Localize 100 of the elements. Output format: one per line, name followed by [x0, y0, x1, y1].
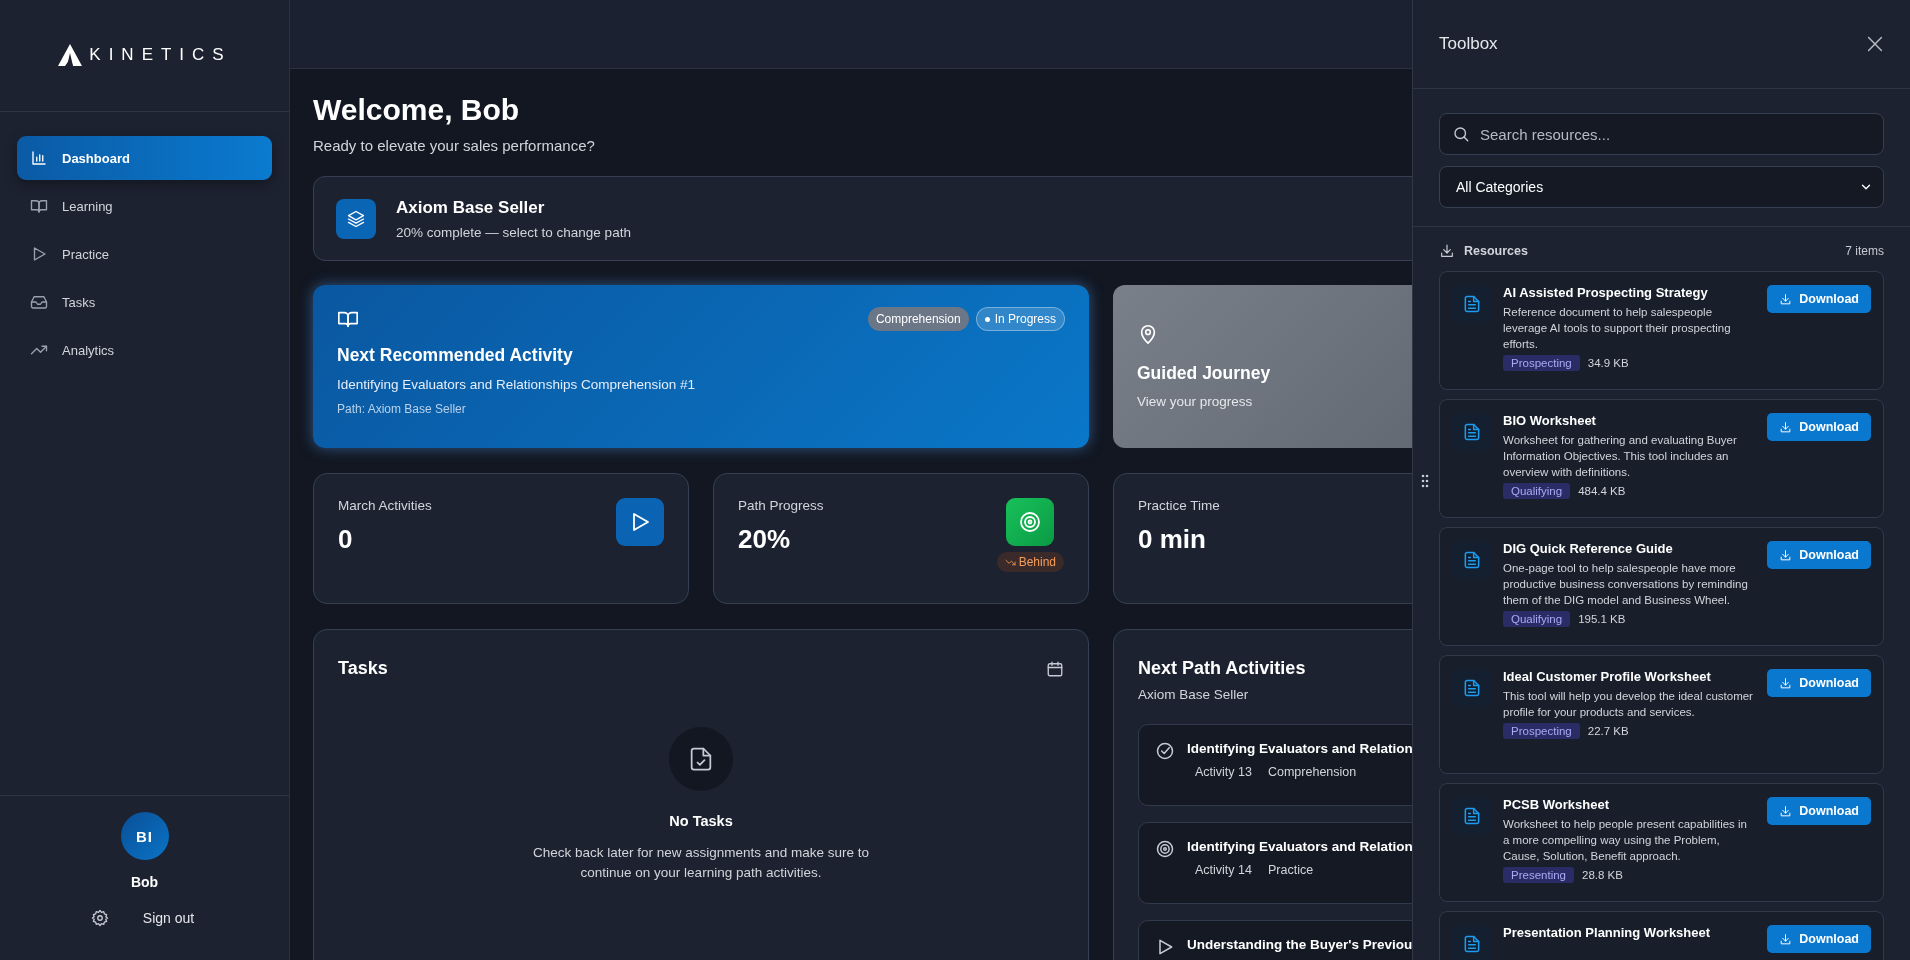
card-title: Guided Journey: [1137, 363, 1272, 384]
badge-label: Behind: [1018, 555, 1056, 569]
download-button[interactable]: Download: [1767, 413, 1871, 441]
document-icon: [1462, 422, 1482, 442]
download-icon: [1779, 676, 1793, 690]
target-icon: [1155, 839, 1175, 859]
search-icon: [1452, 125, 1470, 143]
status-badge: In Progress: [975, 307, 1065, 331]
path-title: Axiom Base Seller: [396, 197, 546, 218]
nav-item[interactable]: Practice: [17, 232, 272, 276]
resource-title: Presentation Planning Worksheet: [1503, 925, 1712, 940]
download-button[interactable]: Download: [1767, 285, 1871, 313]
resource-description: Worksheet to help people present capabilities in a more compelling way using the Problem, Cause, Solution, Benefit approach.: [1503, 817, 1748, 864]
check-circle-icon: [1155, 741, 1175, 761]
drag-handle-icon[interactable]: [1421, 474, 1429, 488]
inbox-icon: [30, 293, 48, 311]
nav-item[interactable]: Tasks: [17, 280, 272, 324]
path-selector-card[interactable]: Axiom Base Seller 20% complete — select to change path: [313, 176, 1412, 261]
path-progress-text: 20% complete — select to change path: [396, 224, 631, 240]
activity-title: Identifying Evaluators and Relation: [1187, 839, 1412, 854]
resource-description: Worksheet for gathering and evaluating Buyer Information Objectives. This tool includes an overview with definitions.: [1503, 433, 1738, 480]
document-icon: [1462, 806, 1482, 826]
stat-value: 20%: [738, 524, 792, 555]
download-icon: [1779, 548, 1793, 562]
activity-title: Understanding the Buyer's Previou: [1187, 937, 1412, 952]
target-icon: [1018, 510, 1043, 534]
file-size: 484.4 KB: [1578, 485, 1626, 497]
activity-number: Activity 14: [1195, 863, 1252, 877]
category-tag: Presenting: [1503, 867, 1574, 883]
panel-title: Next Path Activities: [1138, 658, 1307, 679]
book-icon: [30, 197, 48, 215]
settings-icon[interactable]: [90, 909, 109, 927]
activity-item[interactable]: Understanding the Buyer's Previou: [1138, 920, 1412, 960]
panel-subtitle: Axiom Base Seller: [1138, 687, 1250, 702]
guided-journey-card[interactable]: Guided Journey View your progress: [1113, 285, 1412, 448]
download-button[interactable]: Download: [1767, 669, 1871, 697]
category-tag: Prospecting: [1503, 723, 1580, 739]
sign-out-button[interactable]: Sign out: [138, 908, 199, 928]
layers-icon: [346, 208, 366, 229]
nav-item[interactable]: Analytics: [17, 328, 272, 372]
download-icon: [1779, 292, 1793, 306]
download-icon: [1779, 804, 1793, 818]
search-field[interactable]: Search resources...: [1439, 113, 1884, 155]
file-size: 195.1 KB: [1578, 613, 1626, 625]
file-size: 28.8 KB: [1582, 869, 1623, 881]
download-button[interactable]: Download: [1767, 797, 1871, 825]
stat-label: March Activities: [338, 498, 432, 513]
file-size: 22.7 KB: [1587, 725, 1629, 737]
stat-value: 0 min: [1138, 524, 1207, 555]
empty-title: No Tasks: [669, 813, 733, 829]
item-count: 7 items: [1845, 244, 1884, 258]
activity-type: Practice: [1267, 863, 1314, 877]
welcome-heading: Welcome, Bob: [313, 93, 521, 127]
activity-item[interactable]: Identifying Evaluators and Relation Activity 13 Comprehension: [1138, 724, 1412, 806]
category-tag: Qualifying: [1503, 483, 1571, 499]
resource-title: BIO Worksheet: [1503, 413, 1597, 428]
stat-value: 0: [338, 524, 354, 555]
activity-name: Identifying Evaluators and Relationships Comprehension #1: [337, 377, 696, 392]
download-icon: [1779, 932, 1793, 946]
download-icon: [1439, 243, 1455, 259]
stat-label: Path Progress: [738, 498, 824, 513]
welcome-subtitle: Ready to elevate your sales performance?: [313, 137, 596, 154]
user-name: Bob: [130, 874, 159, 890]
document-icon: [1462, 678, 1482, 698]
download-button[interactable]: Download: [1767, 925, 1871, 953]
activity-item[interactable]: Identifying Evaluators and Relation Activity 14 Practice: [1138, 822, 1412, 904]
empty-message: Check back later for new assignments and make sure to continue on your learning path activities.: [531, 844, 871, 882]
panel-title: Tasks: [338, 658, 388, 679]
activity-type: Comprehension: [1267, 765, 1357, 779]
file-size: 34.9 KB: [1587, 357, 1629, 369]
card-title: Next Recommended Activity: [337, 345, 574, 366]
recommended-activity-card[interactable]: Comprehension In Progress Next Recommended Activity Identifying Evaluators and Relationships Comprehension #1 Path: Axiom Base Seller: [313, 285, 1089, 448]
section-title: Resources: [1464, 244, 1528, 258]
activity-number: Activity 13: [1195, 765, 1252, 779]
category-dropdown[interactable]: All Categories: [1439, 166, 1884, 208]
download-button[interactable]: Download: [1767, 541, 1871, 569]
resource-description: This tool will help you develop the ideal customer profile for your products and services.: [1503, 689, 1754, 720]
document-icon: [1462, 550, 1482, 570]
logo-icon: [57, 43, 84, 66]
resource-title: PCSB Worksheet: [1503, 797, 1610, 812]
resource-title: Ideal Customer Profile Worksheet: [1503, 669, 1712, 684]
brand-name: KINETICS: [89, 44, 232, 65]
document-icon: [1462, 934, 1482, 954]
document-icon: [1462, 294, 1482, 314]
path-label: Path: Axiom Base Seller: [337, 402, 467, 416]
resource-description: One-page tool to help salespeople have more productive business conversations by reminding them of the DIG model and Business Wheel.: [1503, 561, 1749, 608]
bar-chart-icon: [30, 149, 48, 167]
category-badge: Comprehension: [867, 307, 969, 331]
nav-item[interactable]: Dashboard: [17, 136, 272, 180]
resource-title: DIG Quick Reference Guide: [1503, 541, 1674, 556]
category-tag: Qualifying: [1503, 611, 1571, 627]
stat-label: Practice Time: [1138, 498, 1220, 513]
calendar-icon[interactable]: [1046, 659, 1064, 678]
resource-title: AI Assisted Prospecting Strategy: [1503, 285, 1709, 300]
download-icon: [1779, 420, 1793, 434]
resource-description: Reference document to help salespeople leverage AI tools to support their prospecting efforts.: [1503, 305, 1732, 352]
nav-item[interactable]: Learning: [17, 184, 272, 228]
user-avatar[interactable]: BI: [120, 812, 169, 860]
category-tag: Prospecting: [1503, 355, 1580, 371]
activity-title: Identifying Evaluators and Relation: [1187, 741, 1412, 756]
